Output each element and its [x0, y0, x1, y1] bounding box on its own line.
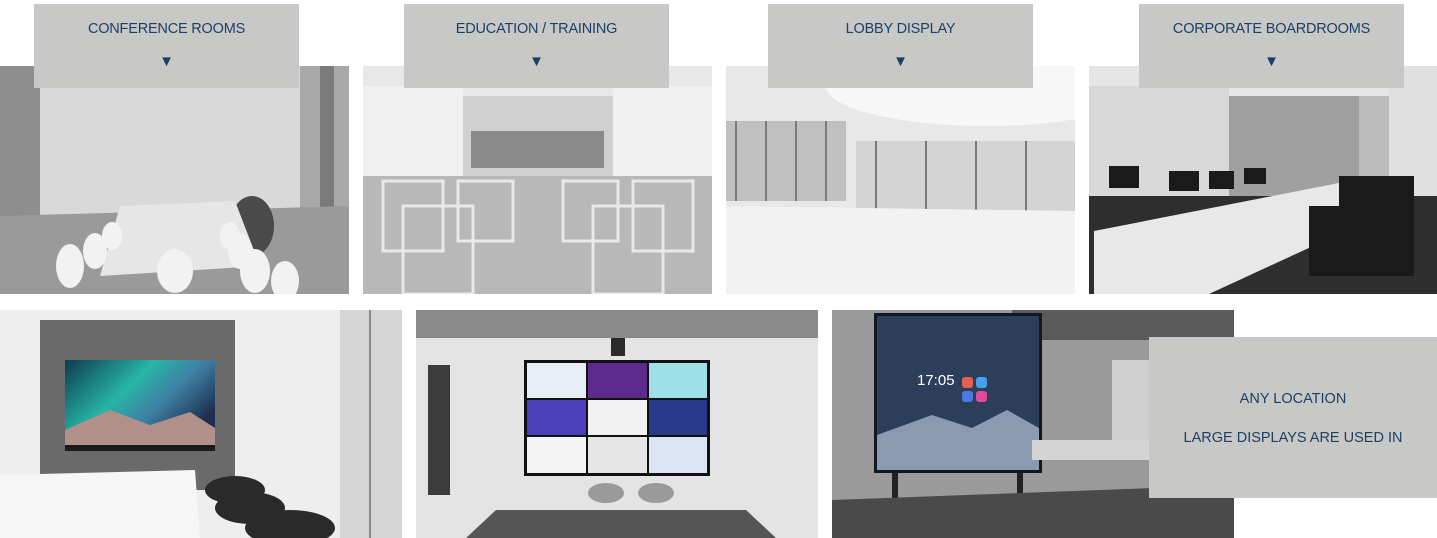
conference-room-photo: [0, 66, 349, 294]
lobby-display-label[interactable]: LOBBY DISPLAY ▼: [768, 4, 1033, 88]
any-location-subtext: LARGE DISPLAYS ARE USED IN: [1183, 430, 1403, 446]
corporate-boardrooms-text: CORPORATE BOARDROOMS: [1172, 21, 1371, 37]
any-location-heading: ANY LOCATION: [1239, 391, 1347, 407]
arrow-down-icon: ▼: [893, 53, 908, 70]
arrow-down-icon: ▼: [159, 53, 174, 70]
meeting-room-display-photo: [0, 310, 402, 538]
video-wall-photo: [416, 310, 818, 538]
any-location-box: ANY LOCATION LARGE DISPLAYS ARE USED IN: [1149, 337, 1437, 498]
boardroom-photo: [1089, 66, 1437, 294]
corporate-boardrooms-label[interactable]: CORPORATE BOARDROOMS ▼: [1139, 4, 1404, 88]
lobby-display-text: LOBBY DISPLAY: [845, 21, 956, 37]
classroom-photo: [363, 66, 712, 294]
display-clock: 17:05: [917, 372, 955, 389]
conference-rooms-text: CONFERENCE ROOMS: [87, 21, 246, 37]
education-training-text: EDUCATION / TRAINING: [455, 21, 618, 37]
arrow-down-icon: ▼: [529, 53, 544, 70]
location-showcase: CONFERENCE ROOMS ▼ EDUCATION / TRAINING …: [0, 0, 1437, 538]
arrow-down-icon: ▼: [1264, 53, 1279, 70]
lobby-photo: [726, 66, 1075, 294]
education-training-label[interactable]: EDUCATION / TRAINING ▼: [404, 4, 669, 88]
conference-rooms-label[interactable]: CONFERENCE ROOMS ▼: [34, 4, 299, 88]
